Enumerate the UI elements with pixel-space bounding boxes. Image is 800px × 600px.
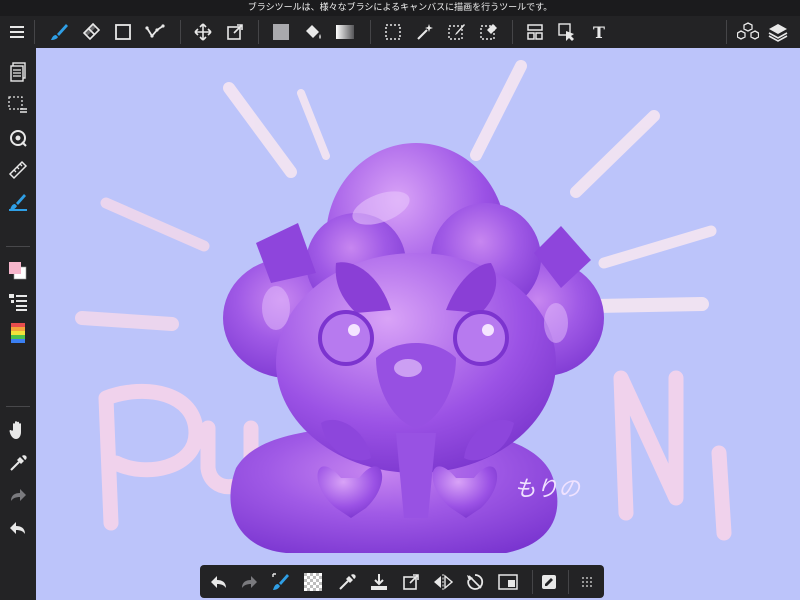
select-pen-icon[interactable] — [442, 16, 472, 48]
color-palette-icon[interactable] — [0, 320, 36, 348]
brush-settings-icon[interactable] — [0, 188, 36, 216]
move-tool-icon[interactable] — [188, 16, 218, 48]
undo-icon[interactable] — [204, 565, 234, 598]
tooltip-text: ブラシツールは、様々なブラシによるキャンバスに描画を行うツールです。 — [247, 3, 553, 13]
tooltip-bar: ブラシツールは、様々なブラシによるキャンバスに描画を行うツールです。 — [0, 0, 800, 16]
top-toolbar: T — [0, 16, 800, 48]
artwork: もりの — [75, 60, 732, 553]
left-sidebar — [0, 48, 36, 600]
navigator-icon[interactable] — [0, 124, 36, 152]
correction-tool-icon[interactable] — [140, 16, 170, 48]
transform-tool-icon[interactable] — [220, 16, 250, 48]
rotate-reset-icon[interactable] — [460, 565, 490, 598]
panel-layout-icon[interactable] — [520, 16, 550, 48]
text-tool-label: T — [593, 22, 605, 42]
toolbar-divider — [258, 20, 259, 44]
magic-wand-icon[interactable] — [410, 16, 440, 48]
layer-properties-icon[interactable] — [0, 288, 36, 316]
ruler-icon[interactable] — [0, 156, 36, 184]
redo-icon[interactable] — [234, 565, 264, 598]
undo-icon[interactable] — [0, 514, 36, 542]
hand-icon[interactable] — [0, 416, 36, 444]
flip-horizontal-icon[interactable] — [428, 565, 458, 598]
toolbar-divider — [34, 20, 35, 44]
transform-icon[interactable] — [396, 565, 426, 598]
text-tool-icon[interactable]: T — [584, 16, 614, 48]
more-icon[interactable] — [572, 565, 602, 598]
sidebar-divider — [6, 246, 30, 247]
toolbar-divider — [512, 20, 513, 44]
edit-icon[interactable] — [534, 565, 564, 598]
brush-tool-icon[interactable] — [44, 16, 74, 48]
redo-icon[interactable] — [0, 481, 36, 509]
bucket-tool-icon[interactable] — [298, 16, 328, 48]
gradation-tool-icon[interactable] — [330, 16, 360, 48]
toolbar-divider — [568, 570, 569, 594]
3d-material-icon[interactable] — [733, 16, 763, 48]
shape-tool-icon[interactable] — [108, 16, 138, 48]
color-icon[interactable] — [0, 257, 36, 285]
brush-swap-icon[interactable] — [266, 565, 296, 598]
page-manager-icon[interactable] — [0, 58, 36, 86]
drawing-canvas[interactable]: もりの — [36, 48, 800, 600]
eyedropper-icon[interactable] — [332, 565, 362, 598]
selection-icon[interactable] — [0, 91, 36, 119]
sidebar-divider — [6, 406, 30, 407]
transparent-color-icon[interactable] — [298, 565, 328, 598]
toolbar-divider — [180, 20, 181, 44]
select-eraser-icon[interactable] — [474, 16, 504, 48]
toolbar-divider — [532, 570, 533, 594]
layers-icon[interactable] — [763, 16, 793, 48]
eraser-tool-icon[interactable] — [76, 16, 106, 48]
toolbar-divider — [726, 20, 727, 44]
bottom-toolbar — [200, 565, 604, 598]
fit-screen-icon[interactable] — [493, 565, 523, 598]
fill-color-icon[interactable] — [266, 16, 296, 48]
signature: もりの — [514, 477, 582, 502]
toolbar-divider — [370, 20, 371, 44]
object-tool-icon[interactable] — [552, 16, 582, 48]
eyedropper-icon[interactable] — [0, 449, 36, 477]
select-tool-icon[interactable] — [378, 16, 408, 48]
save-icon[interactable] — [364, 565, 394, 598]
menu-icon[interactable] — [2, 16, 32, 48]
